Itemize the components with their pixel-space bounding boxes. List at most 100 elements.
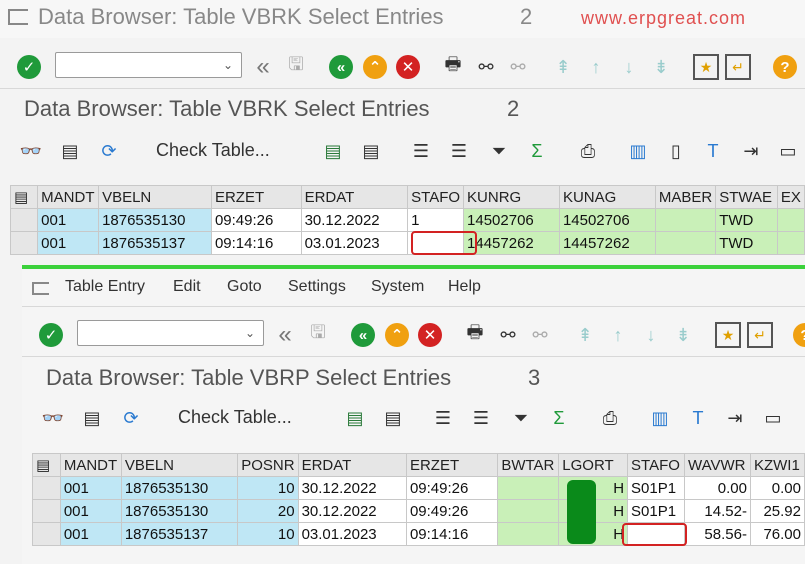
command-field[interactable]: ⌄ [55, 52, 242, 78]
column-header[interactable]: VBELN [120, 453, 239, 477]
cell-kzwi1[interactable]: 25.92 [749, 499, 805, 523]
help-icon[interactable]: ? [772, 54, 798, 80]
cell-kunag[interactable]: 14502706 [558, 208, 656, 232]
cell-bwtar[interactable] [497, 522, 560, 546]
cell-kunrg[interactable]: 14457262 [463, 231, 560, 255]
back-circle-icon[interactable]: « [350, 322, 376, 348]
column-header[interactable]: WAVWR [684, 453, 751, 477]
cell-ex[interactable] [776, 231, 805, 255]
export-icon[interactable]: ▥ [647, 405, 673, 431]
first-page-icon[interactable]: ⇞ [550, 54, 576, 80]
cell-erdat[interactable]: 30.12.2022 [297, 476, 407, 500]
column-header[interactable]: KZWI1 [749, 453, 805, 477]
menu-help[interactable]: Help [448, 278, 481, 296]
table-row[interactable]: 001 1876535130 09:49:26 30.12.2022 1 145… [9, 208, 805, 232]
menu-edit[interactable]: Edit [173, 278, 201, 296]
details-icon[interactable]: ▤ [57, 138, 83, 164]
filter-icon[interactable]: ⏷ [508, 405, 534, 431]
cancel-x-icon[interactable]: ✕ [417, 322, 443, 348]
save-icon[interactable]: 🖫 [305, 322, 331, 348]
filter-icon[interactable]: ⏷ [486, 138, 512, 164]
glasses-icon[interactable]: 👓 [18, 138, 44, 164]
cancel-x-icon[interactable]: ✕ [395, 54, 421, 80]
sort-ascending-icon[interactable]: ☰ [408, 138, 434, 164]
cell-posnr[interactable]: 20 [237, 499, 299, 523]
cell-erzet[interactable]: 09:49:26 [405, 499, 499, 523]
cell-vbeln[interactable]: 1876535137 [120, 522, 239, 546]
save-icon[interactable]: 🖫 [283, 54, 309, 80]
column-header[interactable]: MANDT [37, 185, 100, 209]
cell-ex[interactable] [776, 208, 805, 232]
cell-maber[interactable] [654, 208, 717, 232]
back-circle-icon[interactable]: « [328, 54, 354, 80]
cell-vbeln[interactable]: 1876535130 [120, 499, 239, 523]
cell-mandt[interactable]: 001 [59, 476, 122, 500]
table-row[interactable]: 001 1876535137 10 03.01.2023 09:14:16 H … [32, 522, 805, 546]
table-settings-icon[interactable]: ▤ [9, 185, 39, 209]
change-layout-icon[interactable]: ▤ [380, 405, 406, 431]
sum-icon[interactable]: Σ [546, 405, 572, 431]
column-header[interactable]: KUNAG [558, 185, 656, 209]
cell-mandt[interactable]: 001 [37, 231, 100, 255]
refresh-icon[interactable]: ⟳ [118, 405, 144, 431]
up-chevron-icon[interactable]: ⌃ [362, 54, 388, 80]
cell-erdat[interactable]: 03.01.2023 [297, 522, 407, 546]
last-page-icon[interactable]: ⇟ [670, 322, 696, 348]
last-page-icon[interactable]: ⇟ [648, 54, 674, 80]
cell-erzet[interactable]: 09:49:26 [405, 476, 499, 500]
cell-kzwi1[interactable]: 76.00 [749, 522, 805, 546]
check-table-button[interactable]: Check Table... [156, 140, 270, 161]
prev-page-icon[interactable]: ↑ [605, 322, 631, 348]
next-page-icon[interactable]: ↓ [616, 54, 642, 80]
menu-system[interactable]: System [371, 278, 424, 296]
sum-icon[interactable]: Σ [524, 138, 550, 164]
print-preview-icon[interactable]: ⎙ [575, 138, 601, 164]
find-next-icon[interactable]: ⚯ [527, 322, 553, 348]
glasses-icon[interactable]: 👓 [40, 405, 66, 431]
cell-bwtar[interactable] [497, 476, 560, 500]
cell-wavwr[interactable]: 0.00 [684, 476, 751, 500]
cell-erdat[interactable]: 30.12.2022 [300, 208, 409, 232]
cell-vbeln[interactable]: 1876535130 [120, 476, 239, 500]
column-header[interactable]: STAFO [407, 185, 465, 209]
cell-mandt[interactable]: 001 [37, 208, 100, 232]
column-header[interactable]: ERDAT [297, 453, 407, 477]
text-icon[interactable]: T [685, 405, 711, 431]
confirm-icon[interactable]: ✓ [16, 54, 42, 80]
double-chevron-left-icon[interactable]: « [272, 321, 298, 348]
help-icon[interactable]: ? [792, 322, 805, 348]
cell-kunag[interactable]: 14457262 [558, 231, 656, 255]
cell-posnr[interactable]: 10 [237, 476, 299, 500]
details-icon[interactable]: ▤ [79, 405, 105, 431]
cell-maber[interactable] [654, 231, 717, 255]
binoculars-icon[interactable]: ⚯ [473, 54, 499, 80]
find-next-icon[interactable]: ⚯ [505, 54, 531, 80]
check-table-button[interactable]: Check Table... [178, 407, 292, 428]
cell-erzet[interactable]: 09:14:16 [210, 231, 302, 255]
cell-bwtar[interactable] [497, 499, 560, 523]
cell-stwae[interactable]: TWD [715, 231, 778, 255]
column-header[interactable]: STAFO [627, 453, 686, 477]
cell-kzwi1[interactable]: 0.00 [749, 476, 805, 500]
first-page-icon[interactable]: ⇞ [572, 322, 598, 348]
column-header[interactable]: ERZET [405, 453, 499, 477]
column-header[interactable]: BWTAR [497, 453, 560, 477]
menu-table-entry[interactable]: Table Entry [65, 278, 145, 296]
row-selector[interactable] [32, 522, 61, 546]
cell-wavwr[interactable]: 14.52- [684, 499, 751, 523]
layout-icon[interactable]: ★ [715, 322, 741, 348]
column-header[interactable]: EX [776, 185, 805, 209]
select-layout-icon[interactable]: ▤ [342, 405, 368, 431]
cell-vbeln[interactable]: 1876535137 [98, 231, 212, 255]
cell-vbeln[interactable]: 1876535130 [98, 208, 212, 232]
column-header[interactable]: MANDT [59, 453, 122, 477]
cell-mandt[interactable]: 001 [59, 499, 122, 523]
next-page-icon[interactable]: ↓ [638, 322, 664, 348]
column-header[interactable]: STWAE [715, 185, 778, 209]
menu-settings[interactable]: Settings [288, 278, 346, 296]
row-selector[interactable] [32, 476, 61, 500]
row-selector[interactable] [32, 499, 61, 523]
layout-icon[interactable]: ★ [693, 54, 719, 80]
command-field[interactable]: ⌄ [77, 320, 264, 346]
print-preview-icon[interactable]: ⎙ [597, 405, 623, 431]
